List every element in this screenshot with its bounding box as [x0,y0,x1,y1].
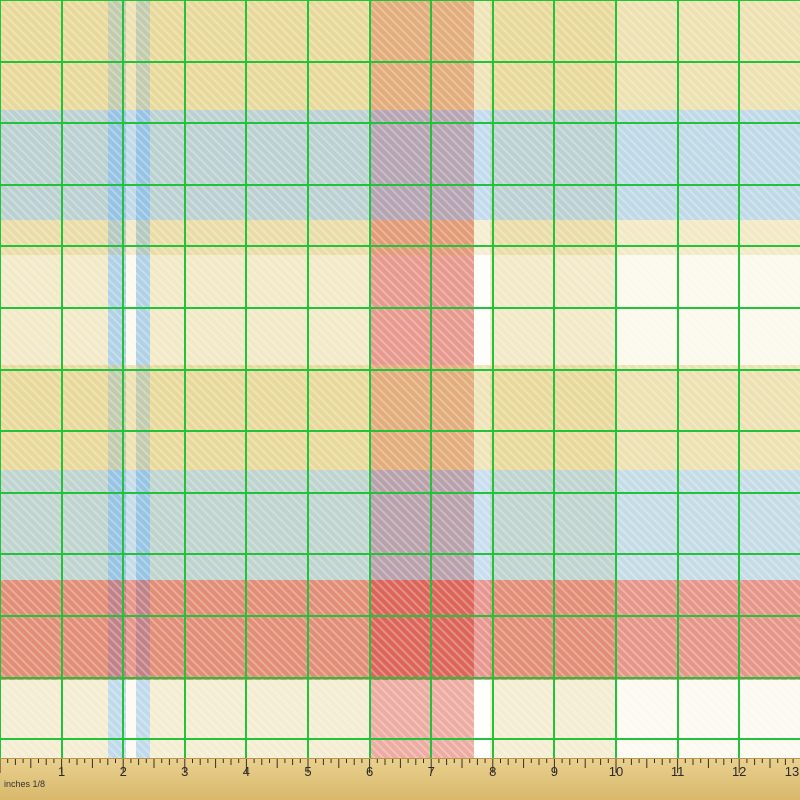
ruler-number: 8 [489,764,497,779]
ruler-number: 3 [181,764,189,779]
ruler-number: 12 [731,764,747,779]
plaid-fabric-swatch [0,0,800,800]
ruler-number: 2 [119,764,127,779]
ruler-number: 6 [365,764,374,779]
ruler-unit-label: inches 1/8 [4,779,46,789]
ruler-number: 5 [304,764,312,779]
fabric-preview: inches 1/8 1 2 3 4 5 6 7 8 9 10 11 12 13 [0,0,800,800]
inch-ruler: inches 1/8 1 2 3 4 5 6 7 8 9 10 11 12 13 [0,758,800,800]
ruler-number: 13 [784,764,800,779]
ruler-number: 7 [427,764,435,779]
ruler-number: 11 [670,764,685,779]
ruler-number: 4 [242,764,251,779]
ruler-number: 1 [57,764,66,779]
ruler-number: 9 [550,764,559,779]
ruler-number: 10 [608,764,624,779]
twill-texture [0,0,800,800]
